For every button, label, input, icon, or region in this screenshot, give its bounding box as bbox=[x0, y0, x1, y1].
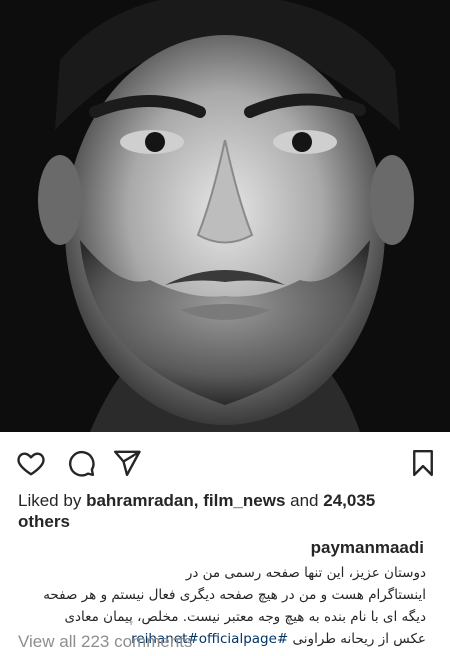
caption-line-2: اینستاگرام هست و من در هیچ صفحه دیگری فع… bbox=[43, 587, 426, 603]
likes-suffix[interactable]: others bbox=[18, 512, 70, 531]
caption-photo-credit: عکس از ریحانه طراونی bbox=[292, 631, 426, 647]
paper-plane-icon[interactable] bbox=[112, 448, 142, 478]
caption-username[interactable]: paymanmaadi bbox=[311, 538, 424, 558]
post-action-bar bbox=[0, 432, 450, 488]
caption-line-3: دیگه ای با نام بنده به هیچ وجه معتبر نیس… bbox=[64, 609, 426, 625]
portrait-illustration bbox=[0, 0, 450, 432]
heart-icon[interactable] bbox=[16, 448, 46, 478]
likes-prefix: Liked by bbox=[18, 491, 82, 510]
post-photo[interactable] bbox=[0, 0, 450, 432]
likes-users[interactable]: bahramradan, film_news bbox=[86, 491, 285, 510]
likes-count[interactable]: 24,035 bbox=[323, 491, 375, 510]
view-all-comments-link[interactable]: View all 223 comments bbox=[18, 632, 193, 652]
comment-bubble-icon[interactable] bbox=[66, 448, 96, 478]
likes-connector: and bbox=[290, 491, 319, 510]
bookmark-icon[interactable] bbox=[408, 448, 438, 478]
likes-summary[interactable]: Liked by bahramradan, film_news and 24,0… bbox=[18, 490, 428, 532]
caption-line-1: دوستان عزیز، این تنها صفحه رسمی من در bbox=[185, 565, 426, 581]
